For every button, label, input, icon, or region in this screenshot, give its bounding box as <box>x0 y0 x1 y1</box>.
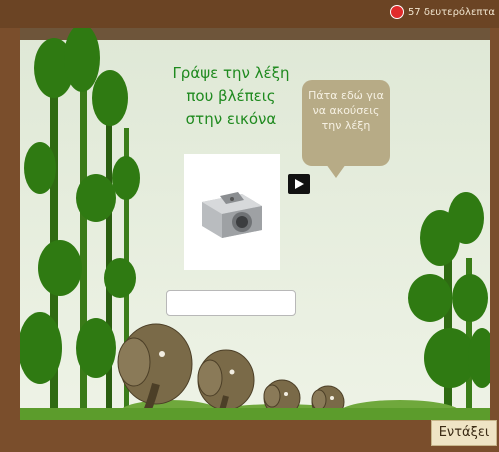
speech-bubble-tail <box>326 164 346 178</box>
timer-text: 57 δευτερόλεπτα <box>407 6 495 18</box>
bubble-line-2: να ακούσεις <box>312 104 380 117</box>
ground-band <box>20 408 490 420</box>
game-stage: Γράψε την λέξη που βλέπεις στην εικόνα Π… <box>20 28 490 420</box>
timer-area: 57 δευτερόλεπτα <box>389 5 495 19</box>
play-icon <box>295 179 304 189</box>
instruction-line-1: Γράψε την λέξη <box>172 64 290 82</box>
elephants-illustration <box>117 323 345 420</box>
word-picture <box>184 154 280 270</box>
notification-badge-icon <box>389 5 404 19</box>
listen-speech-bubble[interactable]: Πάτα εδώ για να ακούσεις την λέξη <box>302 80 390 166</box>
ok-button[interactable]: Εντάξει <box>431 420 497 446</box>
instruction-text: Γράψε την λέξη που βλέπεις στην εικόνα <box>166 62 296 131</box>
bubble-line-1: Πάτα εδώ για <box>308 89 384 102</box>
answer-input[interactable] <box>166 290 296 316</box>
instruction-line-2: που βλέπεις <box>186 87 276 105</box>
play-audio-button[interactable] <box>288 174 310 194</box>
pencil-sharpener-icon <box>202 192 262 238</box>
instruction-line-3: στην εικόνα <box>185 110 277 128</box>
bubble-line-3: την λέξη <box>321 119 371 132</box>
